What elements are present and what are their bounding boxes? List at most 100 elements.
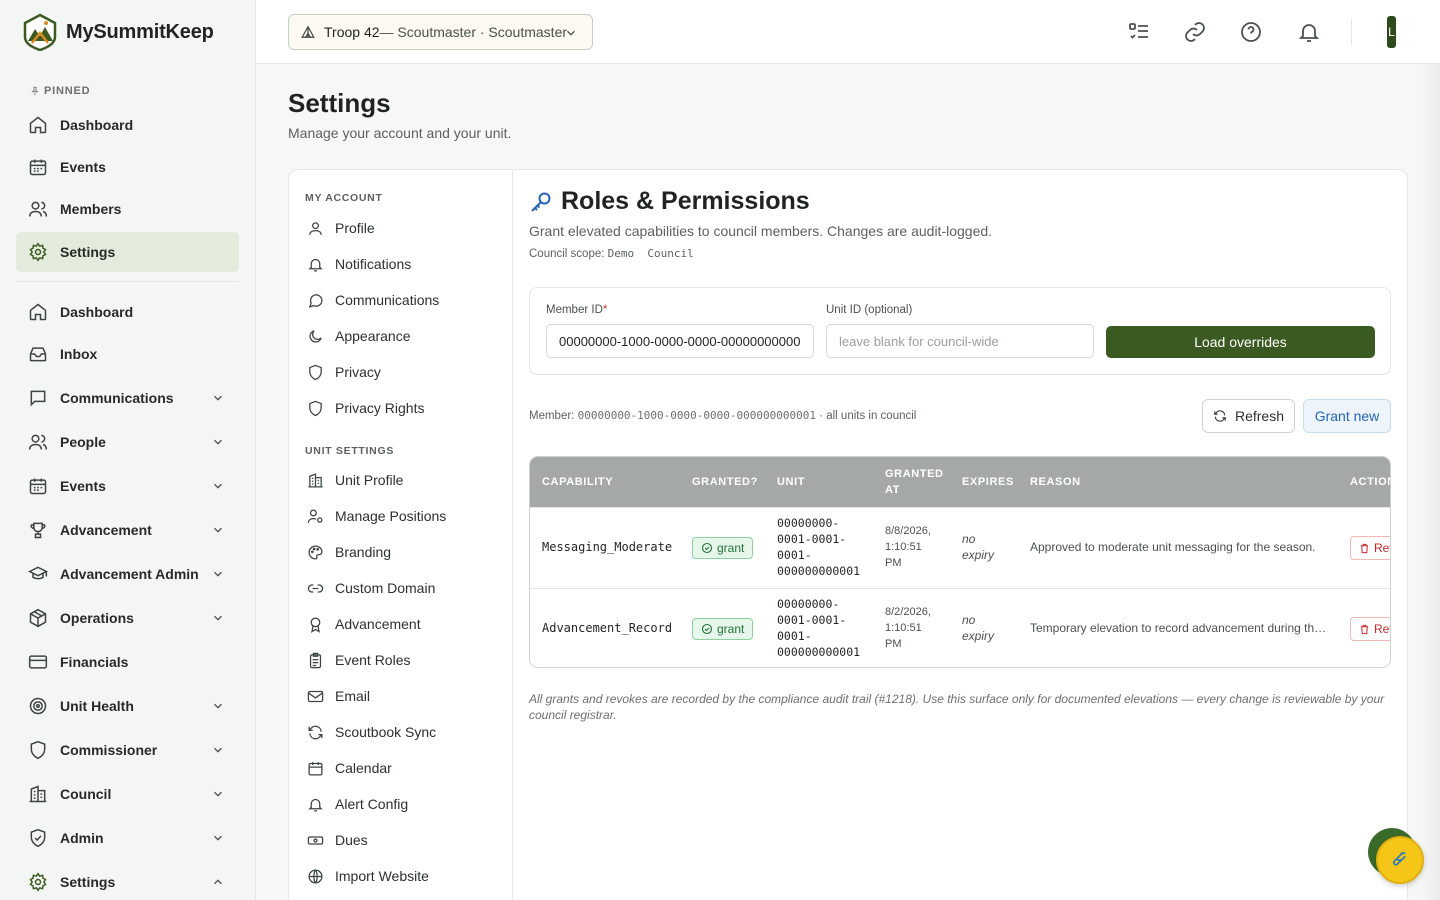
- sidebar-item-financials[interactable]: Financials: [16, 642, 239, 682]
- column-granted: GRANTED?: [692, 476, 758, 488]
- member-id-label: Member ID*: [546, 304, 608, 316]
- sidebar-item-settings[interactable]: Settings: [16, 862, 239, 900]
- settings-nav-privacy[interactable]: Privacy: [305, 357, 501, 387]
- member-summary: Member: 00000000-1000-0000-0000-00000000…: [529, 409, 917, 422]
- link-icon[interactable]: [1183, 20, 1207, 44]
- settings-nav-import-website[interactable]: Import Website: [305, 861, 501, 891]
- unit-id-input[interactable]: [826, 324, 1094, 358]
- granted-at-cell: 8/2/2026, 1:10:51 PM: [885, 606, 931, 650]
- bell-icon: [308, 798, 323, 812]
- settings-nav-branding[interactable]: Branding: [305, 537, 501, 567]
- settings-nav-profile[interactable]: Profile: [305, 213, 501, 243]
- trash-icon: [1360, 543, 1369, 553]
- shield-check-icon: [30, 828, 46, 848]
- refresh-icon: [308, 725, 323, 739]
- audit-footnote: All grants and revokes are recorded by t…: [529, 692, 1385, 722]
- table-row: Advancement_Record grant 00000000- 0001-…: [530, 588, 1390, 667]
- revoke-button[interactable]: Revoke: [1350, 536, 1390, 560]
- sidebar-item-unit-health[interactable]: Unit Health: [16, 686, 239, 726]
- sidebar-item-people[interactable]: People: [16, 422, 239, 462]
- sidebar-item-commissioner[interactable]: Commissioner: [16, 730, 239, 770]
- sidebar-item-inbox[interactable]: Inbox: [16, 334, 239, 374]
- sidebar-item-dashboard[interactable]: Dashboard: [16, 292, 239, 332]
- page-subtitle: Manage your account and your unit.: [288, 125, 512, 141]
- pinned-item-settings[interactable]: Settings: [16, 232, 239, 272]
- member-summary-id: 00000000-1000-0000-0000-000000000001: [577, 409, 816, 422]
- sidebar-item-communications[interactable]: Communications: [16, 378, 239, 418]
- settings-nav: MY ACCOUNT Profile Notifications Communi…: [289, 170, 513, 900]
- load-overrides-button[interactable]: Load overrides: [1106, 326, 1375, 358]
- column-expires: EXPIRES: [962, 476, 1014, 488]
- user-cog-icon: [307, 508, 323, 523]
- test-tools-fab[interactable]: [1376, 836, 1424, 884]
- link-icon: [307, 583, 324, 593]
- chevron-down-icon: [214, 439, 222, 445]
- sidebar-item-advancement-admin[interactable]: Advancement Admin: [16, 554, 239, 594]
- settings-nav-event-roles[interactable]: Event Roles: [305, 645, 501, 675]
- pinned-item-members[interactable]: Members: [16, 189, 239, 229]
- building-icon: [308, 472, 323, 488]
- pinned-item-dashboard[interactable]: Dashboard: [16, 105, 239, 145]
- column-reason: REASON: [1030, 476, 1081, 488]
- mail-icon: [307, 690, 324, 702]
- chevron-down-icon: [214, 527, 222, 533]
- checklist-icon[interactable]: [1127, 20, 1151, 44]
- settings-nav-custom-domain[interactable]: Custom Domain: [305, 573, 501, 603]
- palette-icon: [308, 544, 323, 560]
- gear-icon: [29, 242, 47, 262]
- sidebar-item-council[interactable]: Council: [16, 774, 239, 814]
- grant-new-button[interactable]: Grant new: [1303, 399, 1391, 433]
- scroll-edge-shadow: [1420, 64, 1440, 900]
- capability-cell: Advancement_Record: [542, 621, 673, 635]
- settings-nav-email[interactable]: Email: [305, 681, 501, 711]
- settings-nav-calendar[interactable]: Calendar: [305, 753, 501, 783]
- settings-nav-manage-positions[interactable]: Manage Positions: [305, 501, 501, 531]
- user-icon: [309, 221, 322, 235]
- bell-icon[interactable]: [1297, 20, 1321, 44]
- settings-nav-communications[interactable]: Communications: [305, 285, 501, 315]
- settings-nav-scoutbook-sync[interactable]: Scoutbook Sync: [305, 717, 501, 747]
- unit-cell: 00000000- 0001-0001- 0001- 000000000001: [777, 516, 861, 578]
- message-circle-icon: [308, 293, 323, 308]
- settings-nav-unit-profile[interactable]: Unit Profile: [305, 465, 501, 495]
- pinned-item-events[interactable]: Events: [16, 147, 239, 187]
- banknote-icon: [307, 835, 324, 845]
- app-logo[interactable]: MySummitKeep: [22, 13, 214, 51]
- help-icon[interactable]: [1239, 20, 1263, 44]
- pin-icon: [31, 86, 39, 96]
- trash-icon: [1360, 624, 1369, 634]
- member-id-input[interactable]: [546, 324, 814, 358]
- settings-nav-appearance[interactable]: Appearance: [305, 321, 501, 351]
- settings-nav-notifications[interactable]: Notifications: [305, 249, 501, 279]
- test-tube-icon: [1392, 852, 1406, 866]
- sidebar-item-events[interactable]: Events: [16, 466, 239, 506]
- table-row: Messaging_Moderate grant 00000000- 0001-…: [530, 507, 1390, 588]
- sidebar-item-admin[interactable]: Admin: [16, 818, 239, 858]
- trophy-icon: [30, 522, 46, 539]
- settings-nav-dues[interactable]: Dues: [305, 825, 501, 855]
- refresh-button[interactable]: Refresh: [1202, 399, 1295, 433]
- column-capability: CAPABILITY: [542, 476, 614, 488]
- my-account-heading: MY ACCOUNT: [305, 192, 383, 204]
- settings-nav-advancement[interactable]: Advancement: [305, 609, 501, 639]
- sidebar-item-advancement[interactable]: Advancement: [16, 510, 239, 550]
- avatar[interactable]: L: [1387, 16, 1396, 48]
- users-icon: [28, 201, 48, 217]
- sidebar-item-operations[interactable]: Operations: [16, 598, 239, 638]
- globe-icon: [308, 868, 323, 884]
- chevron-down-icon: [214, 835, 222, 841]
- settings-nav-privacy-rights[interactable]: Privacy Rights: [305, 393, 501, 423]
- revoke-button[interactable]: Revoke: [1350, 617, 1390, 641]
- settings-nav-alert-config[interactable]: Alert Config: [305, 789, 501, 819]
- building-icon: [29, 785, 47, 803]
- settings-panel: MY ACCOUNT Profile Notifications Communi…: [288, 169, 1408, 900]
- chevron-up-icon: [214, 879, 222, 885]
- overrides-table: CAPABILITY GRANTED? UNIT GRANTED AT EXPIR…: [529, 456, 1391, 668]
- graduation-cap-icon: [28, 566, 48, 580]
- section-title: Roles & Permissions: [529, 187, 810, 216]
- chevron-down-icon: [214, 615, 222, 621]
- sidebar: MySummitKeep PINNED Dashboard Events Mem…: [0, 0, 256, 900]
- calendar-icon: [308, 761, 323, 776]
- unit-selector[interactable]: Troop 42 — Scoutmaster · Scoutmaster: [288, 14, 593, 50]
- lookup-form: Member ID* Unit ID (optional) Load overr…: [529, 287, 1391, 375]
